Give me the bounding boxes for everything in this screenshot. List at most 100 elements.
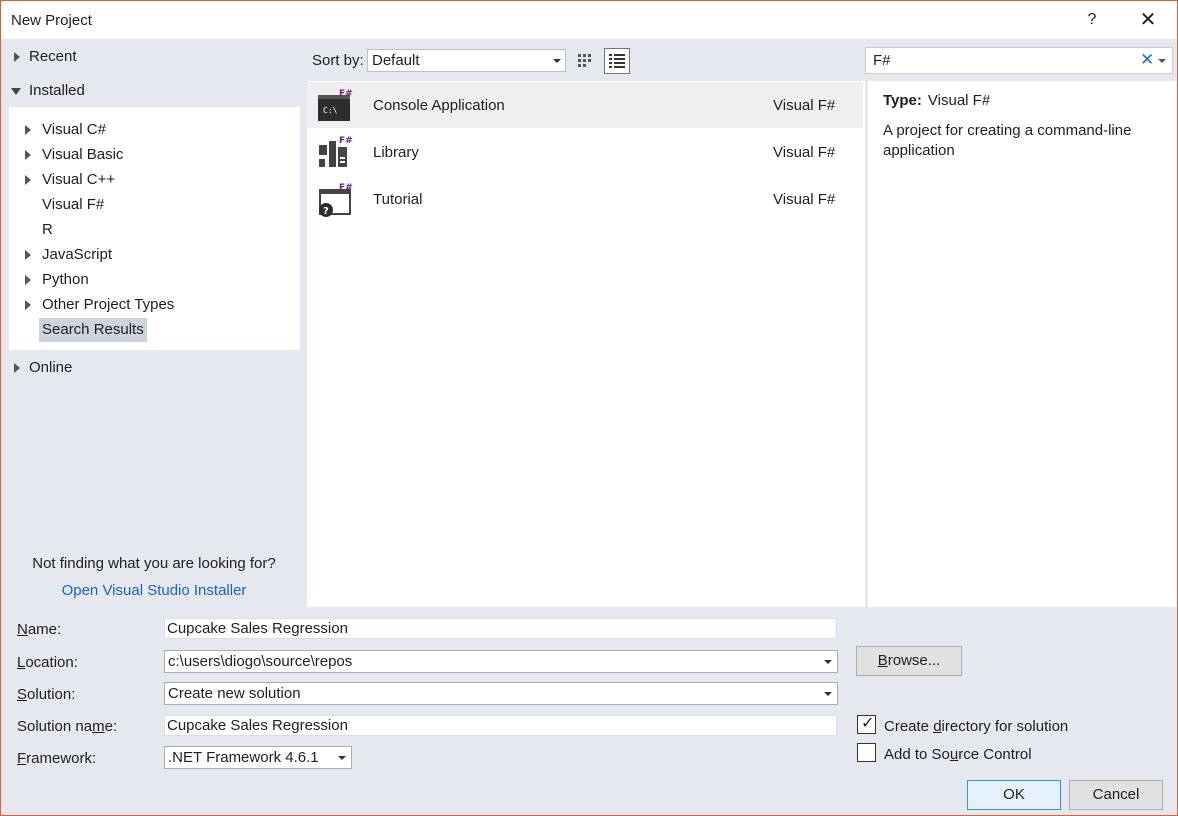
sort-by-select[interactable]: Default xyxy=(367,49,566,72)
expand-arrow-icon[interactable] xyxy=(14,363,20,373)
template-name: Tutorial xyxy=(373,191,423,208)
collapse-arrow-icon[interactable] xyxy=(11,88,21,95)
chevron-down-icon[interactable] xyxy=(824,660,832,664)
sort-toolbar: Sort by: Default xyxy=(307,39,865,81)
template-language: Visual F# xyxy=(773,144,836,161)
framework-value: .NET Framework 4.6.1 xyxy=(168,749,319,766)
template-list: C:\ F# Console Application Visual F# F# … xyxy=(307,81,865,607)
tree-item-label: Visual Basic xyxy=(42,146,124,163)
template-row-console-application[interactable]: C:\ F# Console Application Visual F# xyxy=(307,82,863,128)
tree-item-other-project-types[interactable]: Other Project Types xyxy=(9,293,300,317)
tree-item-label: Recent xyxy=(29,48,77,65)
template-description: A project for creating a command-line ap… xyxy=(883,122,1132,159)
location-combobox[interactable]: c:\users\diogo\source\repos xyxy=(164,650,838,673)
tree-item-label: Other Project Types xyxy=(42,296,175,313)
template-name: Library xyxy=(373,144,419,161)
checkmark-icon: ✓ xyxy=(861,715,875,732)
sort-by-label: Sort by: xyxy=(312,52,364,69)
type-line: Type: Visual F# xyxy=(883,92,990,109)
expand-arrow-icon[interactable] xyxy=(25,250,31,260)
tree-item-search-results[interactable]: Search Results xyxy=(9,318,300,342)
tree-item-installed[interactable]: Installed xyxy=(1,78,307,104)
tree-item-recent[interactable]: Recent xyxy=(1,44,307,70)
chevron-down-icon xyxy=(553,59,561,63)
tree-item-label: R xyxy=(42,221,53,238)
framework-label: Framework: xyxy=(17,750,97,767)
help-button[interactable]: ? xyxy=(1078,7,1106,33)
sort-by-value: Default xyxy=(372,52,420,69)
library-icon: F# xyxy=(319,136,353,167)
name-label: Name: xyxy=(17,621,62,638)
grid-view-icon xyxy=(578,54,591,67)
tree-item-label: JavaScript xyxy=(42,246,113,263)
solution-name-field[interactable] xyxy=(164,715,837,736)
solution-label: Solution: xyxy=(17,686,76,703)
type-label: Type: xyxy=(883,92,922,109)
expand-arrow-icon[interactable] xyxy=(25,300,31,310)
svg-text:F#: F# xyxy=(339,136,353,146)
template-details-panel: Type: Visual F# A project for creating a … xyxy=(867,81,1177,607)
tree-item-label: Search Results xyxy=(39,318,147,342)
tree-item-label: Online xyxy=(29,359,73,376)
tree-item-label: Visual C# xyxy=(42,121,106,138)
chevron-down-icon[interactable] xyxy=(824,692,832,696)
tree-item-visual-c[interactable]: Visual C# xyxy=(9,118,300,142)
tree-item-label: Python xyxy=(42,271,89,288)
expand-arrow-icon[interactable] xyxy=(25,175,31,185)
template-tree-panel: Recent Installed Visual C# Visual Basic Vi… xyxy=(1,39,307,607)
search-box: ✕ xyxy=(865,47,1173,74)
tree-item-visual-c[interactable]: Visual C++ xyxy=(9,168,300,192)
search-input[interactable] xyxy=(866,48,1136,73)
dialog-title: New Project xyxy=(11,12,92,29)
expand-arrow-icon[interactable] xyxy=(14,52,20,62)
list-view-button[interactable] xyxy=(604,48,630,74)
ok-button[interactable]: OK xyxy=(967,780,1061,810)
template-language: Visual F# xyxy=(773,97,836,114)
expand-arrow-icon[interactable] xyxy=(25,125,31,135)
tree-item-python[interactable]: Python xyxy=(9,268,300,292)
tree-item-javascript[interactable]: JavaScript xyxy=(9,243,300,267)
svg-text:F#: F# xyxy=(339,183,353,193)
template-row-tutorial[interactable]: ? F# Tutorial Visual F# xyxy=(307,176,863,222)
location-value: c:\users\diogo\source\repos xyxy=(168,653,353,670)
expand-arrow-icon[interactable] xyxy=(25,275,31,285)
title-bar: New Project ? ✕ xyxy=(1,1,1177,39)
solution-name-label: Solution name: xyxy=(17,718,118,735)
svg-text:?: ? xyxy=(323,206,329,217)
create-directory-checkbox[interactable]: ✓ xyxy=(857,715,876,734)
chevron-down-icon[interactable] xyxy=(338,756,346,760)
template-name: Console Application xyxy=(373,97,505,114)
tutorial-icon: ? F# xyxy=(319,183,353,217)
clear-search-icon[interactable]: ✕ xyxy=(1140,49,1156,71)
open-installer-link[interactable]: Open Visual Studio Installer xyxy=(1,582,307,599)
framework-select[interactable]: .NET Framework 4.6.1 xyxy=(164,746,352,769)
tree-item-visual-basic[interactable]: Visual Basic xyxy=(9,143,300,167)
list-view-icon xyxy=(609,54,625,68)
browse-button[interactable]: Browse... xyxy=(856,646,962,676)
new-project-dialog: New Project ? ✕ Recent Installed Visual … xyxy=(0,0,1178,816)
add-source-control-checkbox[interactable] xyxy=(857,743,876,762)
search-options-chevron-icon[interactable] xyxy=(1158,59,1166,63)
tree-item-r[interactable]: R xyxy=(9,218,300,242)
installed-tree-list: Visual C# Visual Basic Visual C++ Visual F#… xyxy=(9,107,300,350)
template-row-library[interactable]: F# Library Visual F# xyxy=(307,129,863,175)
add-source-control-label[interactable]: Add to Source Control xyxy=(884,746,1032,763)
not-finding-text: Not finding what you are looking for? xyxy=(32,555,276,572)
solution-value: Create new solution xyxy=(168,685,301,702)
tree-item-label: Visual C++ xyxy=(42,171,116,188)
project-name-field[interactable] xyxy=(164,618,837,639)
template-language: Visual F# xyxy=(773,191,836,208)
small-icons-view-button[interactable] xyxy=(573,48,599,74)
location-label: Location: xyxy=(17,654,78,671)
tree-item-label: Visual F# xyxy=(42,196,105,213)
create-directory-label[interactable]: Create directory for solution xyxy=(884,718,1068,735)
console-app-icon: C:\ F# xyxy=(318,89,353,121)
tree-item-online[interactable]: Online xyxy=(1,355,307,381)
tree-item-visual-f[interactable]: Visual F# xyxy=(9,193,300,217)
type-value: Visual F# xyxy=(927,92,991,109)
expand-arrow-icon[interactable] xyxy=(25,150,31,160)
svg-text:F#: F# xyxy=(339,89,353,99)
solution-select[interactable]: Create new solution xyxy=(164,682,838,705)
cancel-button[interactable]: Cancel xyxy=(1069,780,1163,810)
close-button[interactable]: ✕ xyxy=(1134,7,1162,33)
